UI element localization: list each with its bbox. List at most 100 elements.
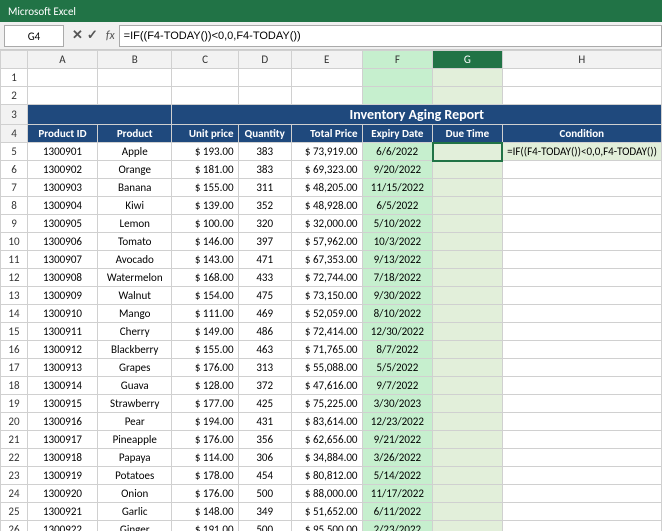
cell-6-1[interactable]: Orange xyxy=(97,161,172,179)
cell-8-7[interactable] xyxy=(502,197,661,215)
cell-26-6[interactable] xyxy=(433,521,502,531)
cell-20-4[interactable]: $ 83,614.00 xyxy=(291,413,362,431)
cell-5-4[interactable]: $ 73,919.00 xyxy=(291,143,362,161)
cell-c1[interactable] xyxy=(172,69,238,87)
cell-13-7[interactable] xyxy=(502,287,661,305)
cell-12-2[interactable]: $ 168.00 xyxy=(172,269,238,287)
cell-7-7[interactable] xyxy=(502,179,661,197)
cell-7-5[interactable]: 11/15/2022 xyxy=(362,179,433,197)
cell-7-2[interactable]: $ 155.00 xyxy=(172,179,238,197)
cell-13-4[interactable]: $ 73,150.00 xyxy=(291,287,362,305)
cell-16-3[interactable]: 463 xyxy=(238,341,291,359)
cell-26-2[interactable]: $ 191.00 xyxy=(172,521,238,531)
cell-21-0[interactable]: 1300917 xyxy=(27,431,97,449)
cell-15-5[interactable]: 12/30/2022 xyxy=(362,323,433,341)
cell-11-6[interactable] xyxy=(433,251,502,269)
cell-b1[interactable] xyxy=(97,69,172,87)
cell-15-1[interactable]: Cherry xyxy=(97,323,172,341)
cell-26-5[interactable]: 2/23/2022 xyxy=(362,521,433,531)
cell-22-3[interactable]: 306 xyxy=(238,449,291,467)
cell-13-1[interactable]: Walnut xyxy=(97,287,172,305)
col-header-b[interactable]: B xyxy=(97,51,172,69)
cell-10-0[interactable]: 1300906 xyxy=(27,233,97,251)
cell-8-4[interactable]: $ 48,928.00 xyxy=(291,197,362,215)
col-header-e[interactable]: E xyxy=(291,51,362,69)
cell-26-4[interactable]: $ 95,500.00 xyxy=(291,521,362,531)
cell-16-6[interactable] xyxy=(433,341,502,359)
cell-9-0[interactable]: 1300905 xyxy=(27,215,97,233)
cell-8-5[interactable]: 6/5/2022 xyxy=(362,197,433,215)
cell-21-2[interactable]: $ 176.00 xyxy=(172,431,238,449)
cell-11-5[interactable]: 9/13/2022 xyxy=(362,251,433,269)
cell-23-5[interactable]: 5/14/2022 xyxy=(362,467,433,485)
cell-15-7[interactable] xyxy=(502,323,661,341)
cell-c2[interactable] xyxy=(172,87,238,105)
cell-9-3[interactable]: 320 xyxy=(238,215,291,233)
cell-9-2[interactable]: $ 100.00 xyxy=(172,215,238,233)
cell-15-6[interactable] xyxy=(433,323,502,341)
cell-16-5[interactable]: 8/7/2022 xyxy=(362,341,433,359)
cell-14-5[interactable]: 8/10/2022 xyxy=(362,305,433,323)
cell-20-0[interactable]: 1300916 xyxy=(27,413,97,431)
cell-17-1[interactable]: Grapes xyxy=(97,359,172,377)
cell-5-1[interactable]: Apple xyxy=(97,143,172,161)
cell-19-0[interactable]: 1300915 xyxy=(27,395,97,413)
cell-9-4[interactable]: $ 32,000.00 xyxy=(291,215,362,233)
cell-10-7[interactable] xyxy=(502,233,661,251)
col-header-c[interactable]: C xyxy=(172,51,238,69)
cell-24-2[interactable]: $ 176.00 xyxy=(172,485,238,503)
cell-e1[interactable] xyxy=(291,69,362,87)
cell-13-3[interactable]: 475 xyxy=(238,287,291,305)
cell-25-0[interactable]: 1300921 xyxy=(27,503,97,521)
cell-19-1[interactable]: Strawberry xyxy=(97,395,172,413)
cell-13-2[interactable]: $ 154.00 xyxy=(172,287,238,305)
cell-12-6[interactable] xyxy=(433,269,502,287)
cell-b2[interactable] xyxy=(97,87,172,105)
cell-6-6[interactable] xyxy=(433,161,502,179)
cell-6-4[interactable]: $ 69,323.00 xyxy=(291,161,362,179)
cell-6-2[interactable]: $ 181.00 xyxy=(172,161,238,179)
cell-8-2[interactable]: $ 139.00 xyxy=(172,197,238,215)
cell-h1[interactable] xyxy=(502,69,661,87)
col-header-f[interactable]: F xyxy=(362,51,433,69)
cell-11-0[interactable]: 1300907 xyxy=(27,251,97,269)
formula-input[interactable] xyxy=(119,25,662,47)
cell-5-2[interactable]: $ 193.00 xyxy=(172,143,238,161)
cell-23-7[interactable] xyxy=(502,467,661,485)
cell-20-3[interactable]: 431 xyxy=(238,413,291,431)
cell-18-5[interactable]: 9/7/2022 xyxy=(362,377,433,395)
cell-g1[interactable] xyxy=(433,69,502,87)
cell-19-2[interactable]: $ 177.00 xyxy=(172,395,238,413)
cell-10-1[interactable]: Tomato xyxy=(97,233,172,251)
cell-8-3[interactable]: 352 xyxy=(238,197,291,215)
cell-7-0[interactable]: 1300903 xyxy=(27,179,97,197)
cell-a2[interactable] xyxy=(27,87,97,105)
col-header-h[interactable]: H xyxy=(502,51,661,69)
cell-14-1[interactable]: Mango xyxy=(97,305,172,323)
cell-7-6[interactable] xyxy=(433,179,502,197)
cell-5-7[interactable]: =IF((F4-TODAY())<0,0,F4-TODAY()) xyxy=(502,143,661,161)
cell-12-3[interactable]: 433 xyxy=(238,269,291,287)
cell-25-7[interactable] xyxy=(502,503,661,521)
cell-24-4[interactable]: $ 88,000.00 xyxy=(291,485,362,503)
cell-14-7[interactable] xyxy=(502,305,661,323)
cell-23-3[interactable]: 454 xyxy=(238,467,291,485)
cell-25-4[interactable]: $ 51,652.00 xyxy=(291,503,362,521)
cell-17-6[interactable] xyxy=(433,359,502,377)
confirm-icon[interactable]: ✓ xyxy=(87,28,98,43)
cell-18-4[interactable]: $ 47,616.00 xyxy=(291,377,362,395)
cell-16-7[interactable] xyxy=(502,341,661,359)
col-header-g[interactable]: G xyxy=(433,51,502,69)
cell-21-1[interactable]: Pineapple xyxy=(97,431,172,449)
cell-17-7[interactable] xyxy=(502,359,661,377)
cell-25-2[interactable]: $ 148.00 xyxy=(172,503,238,521)
cell-11-4[interactable]: $ 67,353.00 xyxy=(291,251,362,269)
cell-6-5[interactable]: 9/20/2022 xyxy=(362,161,433,179)
cell-26-7[interactable] xyxy=(502,521,661,531)
cell-24-5[interactable]: 11/17/2022 xyxy=(362,485,433,503)
cell-9-1[interactable]: Lemon xyxy=(97,215,172,233)
cell-12-7[interactable] xyxy=(502,269,661,287)
cell-24-6[interactable] xyxy=(433,485,502,503)
cell-17-2[interactable]: $ 176.00 xyxy=(172,359,238,377)
cell-15-3[interactable]: 486 xyxy=(238,323,291,341)
